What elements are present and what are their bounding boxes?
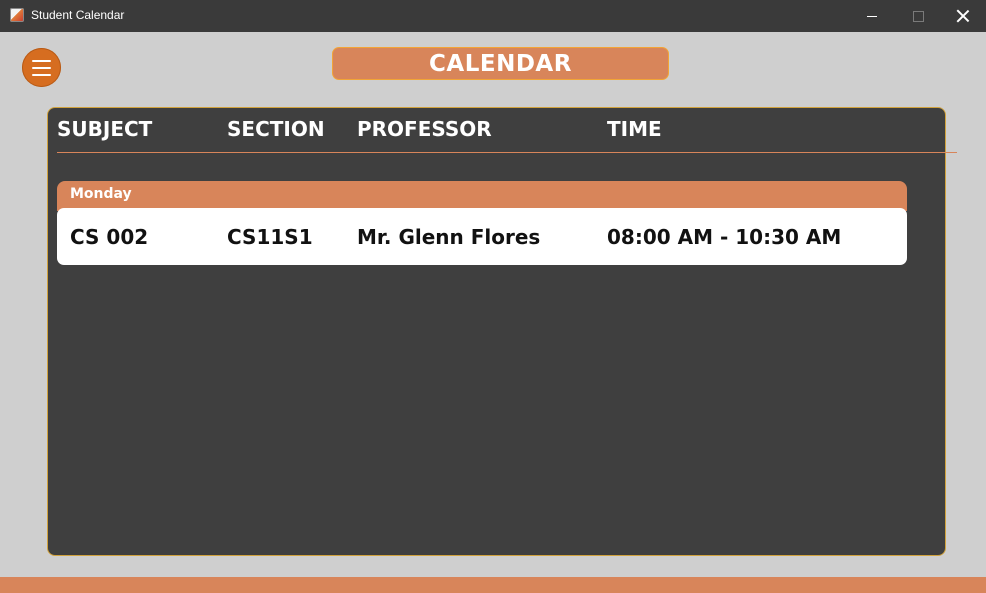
hamburger-menu-icon — [32, 59, 51, 62]
column-header-section: SECTION — [227, 117, 325, 141]
column-header-subject: SUBJECT — [57, 117, 153, 141]
minimize-icon — [867, 15, 877, 17]
cell-section: CS11S1 — [227, 225, 313, 249]
page-title-banner: CALENDAR — [332, 47, 669, 80]
close-button[interactable] — [940, 0, 986, 32]
title-bar[interactable]: Student Calendar — [0, 0, 986, 32]
app-window: Student Calendar CALENDAR SUBJECT SECTIO… — [0, 0, 986, 593]
footer-bar — [0, 577, 986, 593]
maximize-icon — [912, 10, 924, 22]
schedule-panel — [47, 107, 946, 556]
minimize-button[interactable] — [849, 0, 895, 32]
cell-subject: CS 002 — [70, 225, 149, 249]
java-app-icon — [10, 8, 24, 22]
window-title: Student Calendar — [31, 8, 125, 22]
maximize-button[interactable] — [895, 0, 941, 32]
menu-button[interactable] — [22, 48, 61, 87]
page-title: CALENDAR — [429, 50, 572, 77]
cell-professor: Mr. Glenn Flores — [357, 225, 541, 249]
close-icon — [956, 9, 970, 23]
cell-time: 08:00 AM - 10:30 AM — [607, 225, 842, 249]
column-header-professor: PROFESSOR — [357, 117, 492, 141]
header-divider — [57, 152, 957, 153]
column-header-time: TIME — [607, 117, 662, 141]
day-label: Monday — [70, 186, 132, 202]
day-group-header — [57, 181, 907, 211]
